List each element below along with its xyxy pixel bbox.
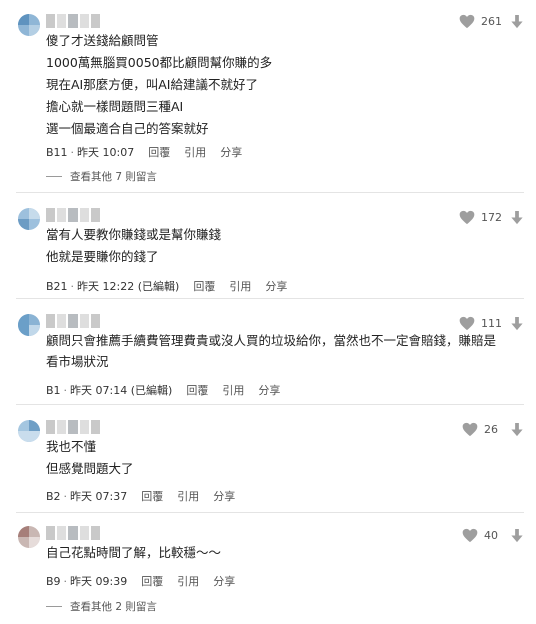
floor-number: B1 <box>46 383 61 397</box>
heart-icon[interactable] <box>459 14 475 29</box>
divider <box>16 512 524 513</box>
like-count: 111 <box>481 317 502 330</box>
share-button[interactable]: 分享 <box>258 382 280 398</box>
comment-meta: B2 · 昨天 07:37 回覆 引用 分享 <box>46 488 236 504</box>
comment-text: 顧問只會推薦手續費管理費貴或沒人買的垃圾給你，當然也不一定會賠錢，賺賠是看市場狀… <box>46 330 504 372</box>
share-button[interactable]: 分享 <box>213 488 235 504</box>
vote-group: 40 <box>462 528 524 543</box>
comment-list: 傻了才送錢給顧問管 1000萬無腦買0050都比顧問幫你賺的多 現在AI那麼方便… <box>0 0 536 624</box>
down-arrow-icon[interactable] <box>510 14 524 29</box>
reply-button[interactable]: 回覆 <box>141 573 163 589</box>
username-pixelated[interactable] <box>46 14 101 28</box>
quote-button[interactable]: 引用 <box>177 573 199 589</box>
comment-line: 自己花點時間了解，比較穩～～ <box>46 545 222 560</box>
username-pixelated[interactable] <box>46 420 101 434</box>
comment-text: 自己花點時間了解，比較穩～～ <box>46 542 504 564</box>
timestamp: 昨天 12:22 (已編輯) <box>77 280 180 293</box>
quote-button[interactable]: 引用 <box>222 382 244 398</box>
quote-button[interactable]: 引用 <box>229 278 251 294</box>
username-pixelated[interactable] <box>46 208 101 222</box>
like-count: 172 <box>481 211 502 224</box>
view-more-replies[interactable]: 查看其他 2 則留言 <box>46 599 157 614</box>
comment-line: 但感覺問題大了 <box>46 461 134 476</box>
reply-button[interactable]: 回覆 <box>141 488 163 504</box>
like-count: 40 <box>484 529 498 542</box>
comment-line: 現在AI那麼方便，叫AI給建議不就好了 <box>46 77 258 92</box>
comment-line: 傻了才送錢給顧問管 <box>46 33 159 48</box>
avatar[interactable] <box>18 526 40 548</box>
floor-number: B21 <box>46 279 68 293</box>
floor-number: B11 <box>46 145 68 159</box>
vote-group: 172 <box>459 210 524 225</box>
divider <box>16 298 524 299</box>
avatar[interactable] <box>18 14 40 36</box>
like-count: 26 <box>484 423 498 436</box>
vote-group: 111 <box>459 316 524 331</box>
comment-line: 我也不懂 <box>46 439 97 454</box>
comment-line: 當有人要教你賺錢或是幫你賺錢 <box>46 227 222 242</box>
share-button[interactable]: 分享 <box>265 278 287 294</box>
username-pixelated[interactable] <box>46 314 101 328</box>
floor-number: B2 <box>46 489 61 503</box>
comment-meta: B11 · 昨天 10:07 回覆 引用 分享 <box>46 144 243 160</box>
share-button[interactable]: 分享 <box>213 573 235 589</box>
heart-icon[interactable] <box>459 316 475 331</box>
down-arrow-icon[interactable] <box>510 316 524 331</box>
comment-meta: B9 · 昨天 09:39 回覆 引用 分享 <box>46 573 236 589</box>
comment-text: 我也不懂 但感覺問題大了 <box>46 436 504 480</box>
heart-icon[interactable] <box>459 210 475 225</box>
avatar[interactable] <box>18 420 40 442</box>
share-button[interactable]: 分享 <box>220 144 242 160</box>
avatar[interactable] <box>18 208 40 230</box>
timestamp: 昨天 09:39 <box>70 575 128 588</box>
avatar[interactable] <box>18 314 40 336</box>
comment-text: 當有人要教你賺錢或是幫你賺錢 他就是要賺你的錢了 <box>46 224 504 268</box>
comment-line: 1000萬無腦買0050都比顧問幫你賺的多 <box>46 55 273 70</box>
timestamp: 昨天 07:14 (已編輯) <box>70 384 173 397</box>
reply-button[interactable]: 回覆 <box>148 144 170 160</box>
view-more-label: 查看其他 2 則留言 <box>70 601 157 613</box>
down-arrow-icon[interactable] <box>510 210 524 225</box>
timestamp: 昨天 07:37 <box>70 490 128 503</box>
view-more-replies[interactable]: 查看其他 7 則留言 <box>46 169 157 184</box>
comment-line: 擔心就一樣問題問三種AI <box>46 99 184 114</box>
like-count: 261 <box>481 15 502 28</box>
heart-icon[interactable] <box>462 422 478 437</box>
quote-button[interactable]: 引用 <box>184 144 206 160</box>
reply-button[interactable]: 回覆 <box>193 278 215 294</box>
quote-button[interactable]: 引用 <box>177 488 199 504</box>
comment-line: 選一個最適合自己的答案就好 <box>46 121 209 136</box>
view-more-label: 查看其他 7 則留言 <box>70 171 157 183</box>
comment-line: 他就是要賺你的錢了 <box>46 249 159 264</box>
timestamp: 昨天 10:07 <box>77 146 135 159</box>
divider <box>16 404 524 405</box>
divider <box>16 192 524 193</box>
comment-text: 傻了才送錢給顧問管 1000萬無腦買0050都比顧問幫你賺的多 現在AI那麼方便… <box>46 30 504 140</box>
down-arrow-icon[interactable] <box>510 422 524 437</box>
vote-group: 261 <box>459 14 524 29</box>
username-pixelated[interactable] <box>46 526 101 540</box>
reply-button[interactable]: 回覆 <box>186 382 208 398</box>
vote-group: 26 <box>462 422 524 437</box>
down-arrow-icon[interactable] <box>510 528 524 543</box>
comment-meta: B1 · 昨天 07:14 (已編輯) 回覆 引用 分享 <box>46 382 281 398</box>
heart-icon[interactable] <box>462 528 478 543</box>
comment-line: 顧問只會推薦手續費管理費貴或沒人買的垃圾給你，當然也不一定會賠錢，賺賠是看市場狀… <box>46 333 497 369</box>
comment-meta: B21 · 昨天 12:22 (已編輯) 回覆 引用 分享 <box>46 278 288 294</box>
floor-number: B9 <box>46 574 61 588</box>
